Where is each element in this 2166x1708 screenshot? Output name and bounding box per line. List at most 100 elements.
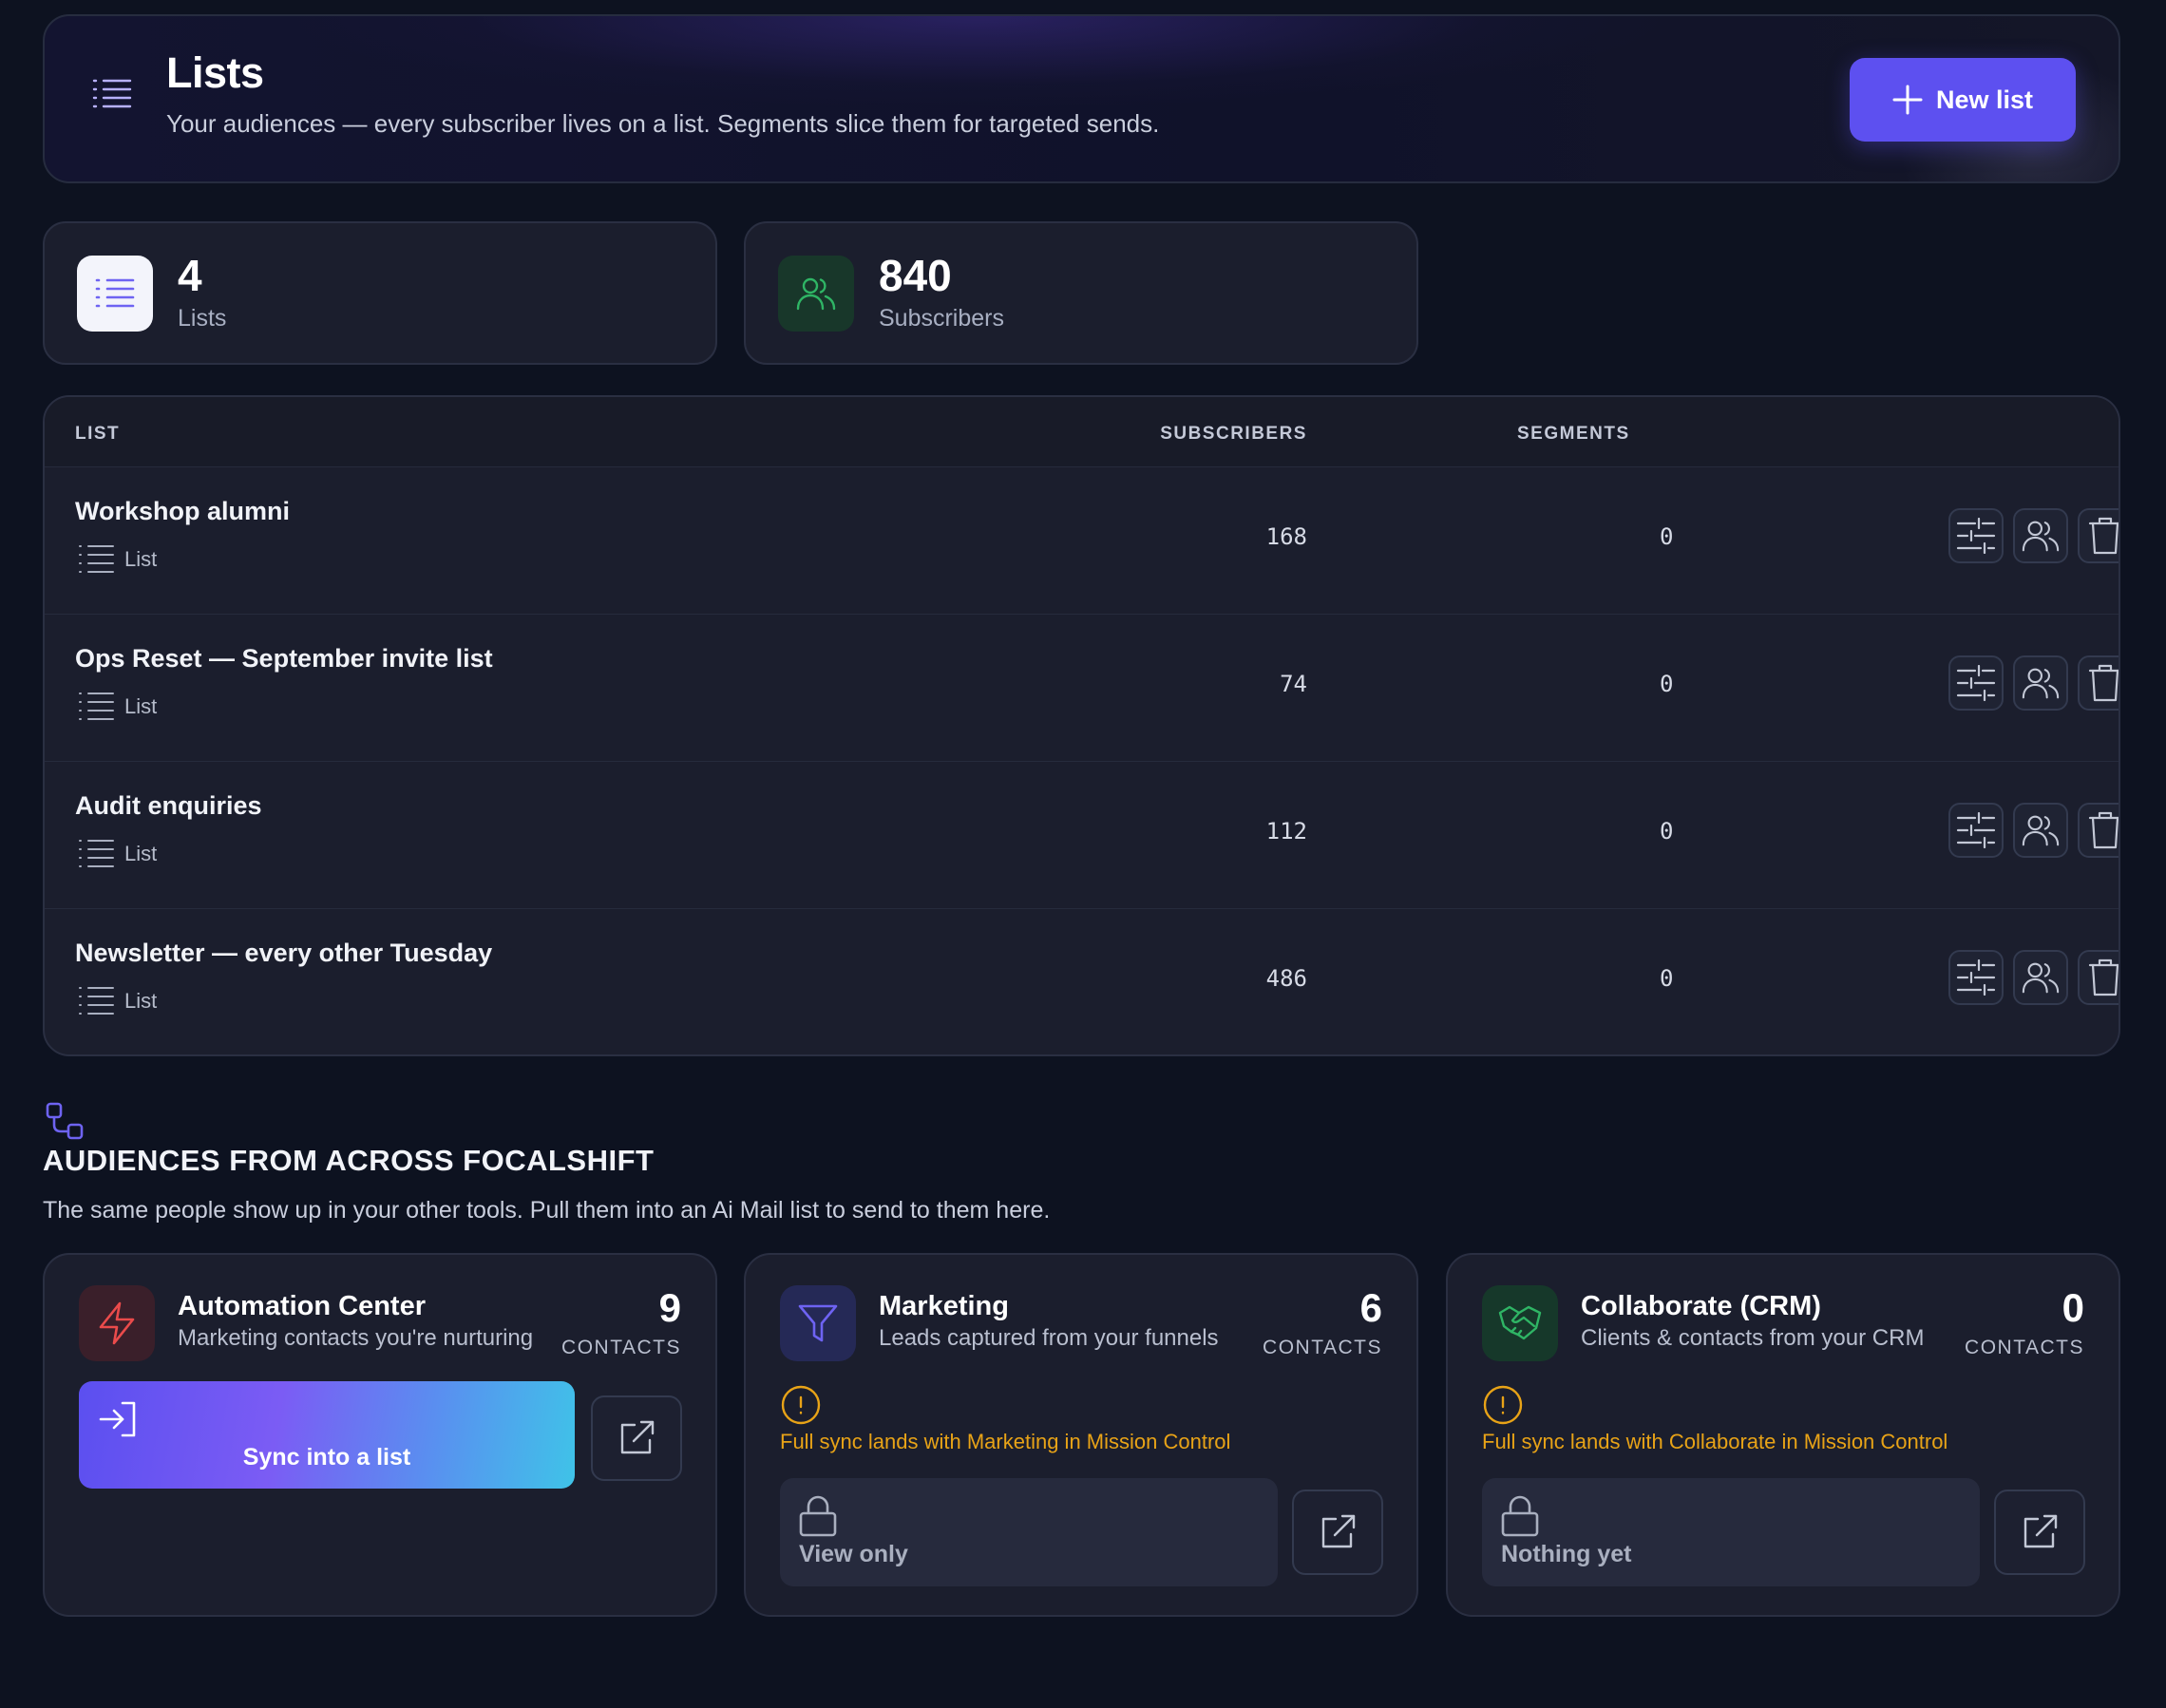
list-icon bbox=[77, 837, 115, 871]
users-icon bbox=[2021, 517, 2061, 555]
lists-table: LIST SUBSCRIBERS SEGMENTS Workshop alumn… bbox=[43, 395, 2120, 1056]
list-icon bbox=[77, 690, 115, 724]
contact-count-label: CONTACTS bbox=[1263, 1337, 1382, 1358]
list-name[interactable]: Workshop alumni bbox=[75, 497, 290, 526]
delete-button[interactable] bbox=[2078, 508, 2118, 563]
row-actions bbox=[1948, 950, 2118, 1005]
table-row[interactable]: Newsletter — every other Tuesday List 48… bbox=[45, 910, 2118, 1054]
table-header: LIST SUBSCRIBERS SEGMENTS bbox=[45, 397, 2118, 467]
link-nodes-icon bbox=[46, 1102, 86, 1142]
stat-label: Lists bbox=[178, 305, 227, 332]
subscriber-count: 486 bbox=[1265, 965, 1307, 992]
sliders-icon bbox=[1956, 665, 1996, 701]
contact-count: 9 bbox=[658, 1285, 681, 1330]
section-title: AUDIENCES FROM ACROSS FOCALSHIFT bbox=[43, 1144, 655, 1177]
delete-button[interactable] bbox=[2078, 803, 2118, 858]
list-icon bbox=[77, 984, 115, 1018]
login-arrow-icon bbox=[98, 1400, 138, 1438]
external-link-icon bbox=[2021, 1513, 2059, 1551]
info-icon bbox=[1482, 1384, 1524, 1426]
table-row[interactable]: Ops Reset — September invite list List 7… bbox=[45, 616, 2118, 762]
lock-icon bbox=[799, 1495, 837, 1537]
source-card-marketing: Marketing Leads captured from your funne… bbox=[744, 1253, 1418, 1617]
segment-count: 0 bbox=[1660, 523, 1674, 550]
sync-into-list-button[interactable]: Sync into a list bbox=[79, 1381, 575, 1489]
open-external-button[interactable] bbox=[591, 1395, 682, 1481]
stat-card-lists: 4 Lists bbox=[43, 221, 717, 365]
external-link-icon bbox=[1319, 1513, 1357, 1551]
subscribers-button[interactable] bbox=[2013, 508, 2068, 563]
segments-button[interactable] bbox=[1948, 950, 2004, 1005]
subscribers-button[interactable] bbox=[2013, 803, 2068, 858]
list-type: List bbox=[77, 690, 157, 724]
trash-icon bbox=[2088, 516, 2118, 556]
stat-value: 840 bbox=[879, 251, 952, 300]
users-icon bbox=[2021, 811, 2061, 849]
column-header-segments[interactable]: SEGMENTS bbox=[1517, 424, 1630, 445]
stat-card-subscribers: 840 Subscribers bbox=[744, 221, 1418, 365]
row-actions bbox=[1948, 803, 2118, 858]
trash-icon bbox=[2088, 958, 2118, 997]
source-name: Marketing bbox=[879, 1291, 1009, 1321]
stat-label: Subscribers bbox=[879, 305, 1004, 332]
locked-label: View only bbox=[799, 1541, 908, 1567]
list-icon bbox=[77, 256, 153, 332]
plus-icon bbox=[1892, 85, 1923, 115]
lock-icon bbox=[1501, 1495, 1539, 1537]
source-name: Collaborate (CRM) bbox=[1581, 1291, 1821, 1321]
segments-button[interactable] bbox=[1948, 655, 2004, 711]
row-actions bbox=[1948, 508, 2118, 563]
column-header-list[interactable]: LIST bbox=[75, 424, 120, 445]
info-icon bbox=[780, 1384, 822, 1426]
users-icon bbox=[2021, 958, 2061, 996]
sliders-icon bbox=[1956, 812, 1996, 848]
segments-button[interactable] bbox=[1948, 508, 2004, 563]
handshake-icon bbox=[1482, 1285, 1558, 1361]
users-icon bbox=[778, 256, 854, 332]
contact-count: 6 bbox=[1359, 1285, 1382, 1330]
trash-icon bbox=[2088, 663, 2118, 703]
list-name[interactable]: Ops Reset — September invite list bbox=[75, 644, 493, 674]
delete-button[interactable] bbox=[2078, 655, 2118, 711]
stat-value: 4 bbox=[178, 251, 202, 300]
locked-label: Nothing yet bbox=[1501, 1541, 1632, 1567]
list-icon bbox=[92, 77, 132, 113]
delete-button[interactable] bbox=[2078, 950, 2118, 1005]
list-type-label: List bbox=[124, 989, 158, 1013]
view-only-panel: View only bbox=[780, 1478, 1278, 1586]
segments-button[interactable] bbox=[1948, 803, 2004, 858]
new-list-button[interactable]: New list bbox=[1850, 58, 2076, 142]
sync-notice: Full sync lands with Collaborate in Miss… bbox=[1482, 1430, 1948, 1453]
source-name: Automation Center bbox=[178, 1291, 426, 1321]
segment-count: 0 bbox=[1660, 818, 1674, 845]
page-title: Lists bbox=[166, 48, 264, 97]
sliders-icon bbox=[1956, 959, 1996, 996]
nothing-yet-panel: Nothing yet bbox=[1482, 1478, 1980, 1586]
source-card-crm: Collaborate (CRM) Clients & contacts fro… bbox=[1446, 1253, 2120, 1617]
row-actions bbox=[1948, 655, 2118, 711]
open-external-button[interactable] bbox=[1292, 1490, 1383, 1575]
table-row[interactable]: Workshop alumni List 168 0 bbox=[45, 468, 2118, 615]
column-header-subscribers[interactable]: SUBSCRIBERS bbox=[1160, 424, 1307, 445]
subscribers-button[interactable] bbox=[2013, 950, 2068, 1005]
source-description: Marketing contacts you're nurturing bbox=[178, 1325, 534, 1351]
external-link-icon bbox=[618, 1419, 656, 1457]
contact-count-label: CONTACTS bbox=[561, 1337, 681, 1358]
contact-count: 0 bbox=[2062, 1285, 2084, 1330]
open-external-button[interactable] bbox=[1994, 1490, 2085, 1575]
list-name[interactable]: Newsletter — every other Tuesday bbox=[75, 939, 492, 968]
source-description: Clients & contacts from your CRM bbox=[1581, 1325, 1925, 1351]
users-icon bbox=[2021, 664, 2061, 702]
list-type-label: List bbox=[124, 694, 158, 718]
section-subtitle: The same people show up in your other to… bbox=[43, 1197, 1051, 1224]
subscriber-count: 74 bbox=[1280, 671, 1307, 697]
sliders-icon bbox=[1956, 518, 1996, 554]
table-row[interactable]: Audit enquiries List 112 0 bbox=[45, 763, 2118, 909]
list-type: List bbox=[77, 984, 157, 1018]
subscribers-button[interactable] bbox=[2013, 655, 2068, 711]
list-type-label: List bbox=[124, 547, 158, 571]
list-name[interactable]: Audit enquiries bbox=[75, 791, 262, 821]
sync-label: Sync into a list bbox=[242, 1444, 411, 1471]
list-type: List bbox=[77, 837, 157, 871]
source-description: Leads captured from your funnels bbox=[879, 1325, 1219, 1351]
